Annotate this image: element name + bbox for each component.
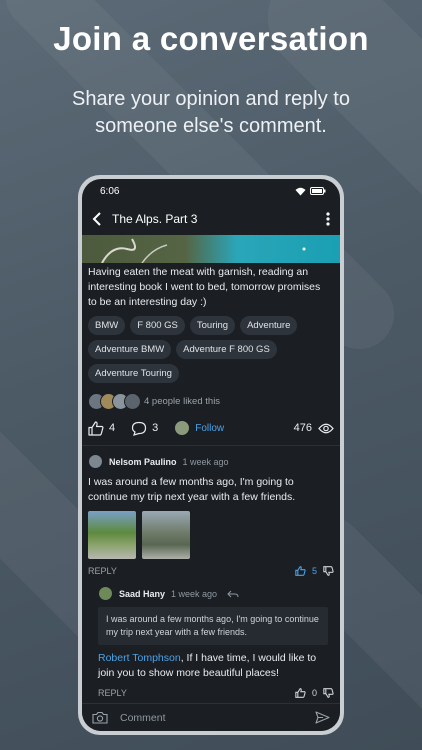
avatar	[124, 393, 141, 410]
wifi-icon	[295, 187, 306, 196]
promo-headline: Join a conversation	[53, 20, 369, 57]
comment-time: 1 week ago	[182, 456, 229, 467]
user-mention[interactable]: Robert Tomphson	[98, 652, 181, 664]
page-title: The Alps. Part 3	[112, 212, 198, 226]
tag-chip[interactable]: Touring	[189, 316, 236, 335]
like-count: 4	[109, 422, 116, 434]
reply-button[interactable]: REPLY	[88, 566, 117, 576]
tag-chip[interactable]: Adventure BMW	[88, 340, 172, 359]
liker-avatars	[88, 393, 141, 410]
comment-count: 3	[152, 422, 159, 434]
avatar[interactable]	[88, 454, 103, 469]
tag-list: BMW F 800 GS Touring Adventure Adventure…	[88, 316, 334, 383]
reply-button[interactable]: REPLY	[98, 688, 127, 698]
comment-input[interactable]	[120, 711, 303, 724]
comment-like-count: 5	[311, 566, 317, 576]
reply-text: Robert Tomphson, If I have time, I would…	[98, 651, 334, 681]
views-count: 476	[293, 422, 312, 434]
comment-photo[interactable]	[88, 511, 136, 559]
liked-by-row[interactable]: 4 people liked this	[88, 393, 334, 410]
tag-chip[interactable]: F 800 GS	[130, 316, 185, 335]
thumbs-up-icon[interactable]	[295, 688, 306, 698]
follow-button[interactable]: Follow	[174, 420, 224, 436]
phone-frame: 6:06 The Alps. Part 3 Having eaten the m…	[78, 175, 344, 735]
app-bar: The Alps. Part 3	[82, 203, 340, 235]
camera-icon[interactable]	[92, 711, 108, 724]
comment-photos	[88, 511, 334, 559]
more-vertical-icon[interactable]	[326, 212, 330, 226]
post-actions: 4 3 Follow 476	[88, 420, 334, 436]
thumbs-down-icon[interactable]	[323, 688, 334, 698]
follow-label: Follow	[195, 422, 225, 434]
divider	[82, 445, 340, 446]
reply-author[interactable]: Saad Hany	[119, 589, 165, 599]
status-time: 6:06	[100, 185, 120, 197]
back-arrow-icon[interactable]	[92, 212, 102, 226]
comment-composer	[82, 703, 340, 731]
thumbs-down-icon[interactable]	[323, 566, 334, 576]
post-cover-image[interactable]	[82, 235, 340, 263]
comment-photo[interactable]	[142, 511, 190, 559]
comment-author[interactable]: Nelsom Paulino	[109, 457, 177, 467]
views-counter: 476	[294, 422, 334, 434]
tag-chip[interactable]: Adventure	[240, 316, 298, 335]
comments-button[interactable]: 3	[131, 421, 158, 436]
reply-header: Saad Hany 1 week ago	[98, 586, 334, 601]
status-bar: 6:06	[82, 179, 340, 203]
thumbs-up-icon[interactable]	[295, 566, 306, 576]
liked-by-text: 4 people liked this	[144, 396, 221, 407]
comment-text: I was around a few months ago, I'm going…	[88, 476, 296, 503]
quoted-comment: I was around a few months ago, I'm going…	[98, 607, 328, 645]
comment-header: Nelsom Paulino 1 week ago	[88, 454, 334, 469]
thumbs-up-icon	[88, 420, 104, 436]
battery-icon	[310, 187, 326, 195]
tag-chip[interactable]: Adventure F 800 GS	[176, 340, 277, 359]
like-button[interactable]: 4	[88, 420, 116, 436]
send-icon[interactable]	[315, 711, 330, 724]
author-avatar	[174, 420, 191, 436]
tag-chip[interactable]: Adventure Touring	[88, 364, 179, 383]
nested-reply: Saad Hany 1 week ago I was around a few …	[98, 586, 334, 698]
comment-reply-row: REPLY 5	[88, 566, 334, 576]
reply-time: 1 week ago	[171, 588, 218, 599]
reply-like-count: 0	[311, 688, 317, 698]
post-text: Having eaten the meat with garnish, read…	[88, 266, 321, 308]
avatar[interactable]	[98, 586, 113, 601]
eye-icon	[318, 423, 334, 434]
reply-arrow-icon	[227, 590, 239, 598]
app-screen: 6:06 The Alps. Part 3 Having eaten the m…	[82, 179, 340, 731]
promo-subline: Share your opinion and reply to someone …	[72, 88, 350, 137]
tag-chip[interactable]: BMW	[88, 316, 126, 335]
comment-bubble-icon	[131, 421, 147, 436]
reply-actions-row: REPLY 0	[98, 688, 334, 698]
